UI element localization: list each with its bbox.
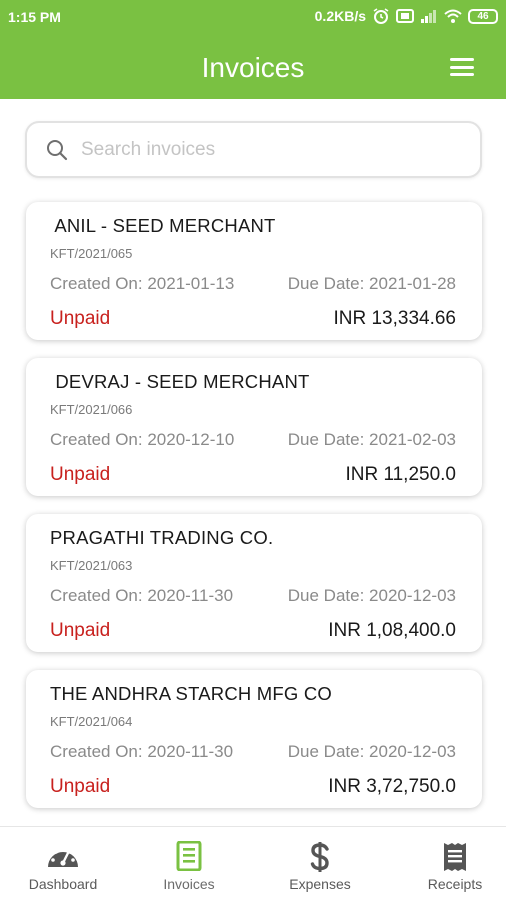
screen-icon bbox=[396, 9, 414, 23]
invoice-card[interactable]: PRAGATHI TRADING CO. KFT/2021/063 Create… bbox=[26, 514, 482, 652]
search-input[interactable] bbox=[81, 133, 461, 167]
nav-expenses[interactable]: Expenses bbox=[257, 827, 383, 900]
invoice-amount: INR 13,334.66 bbox=[333, 308, 456, 329]
hamburger-menu-icon[interactable] bbox=[450, 58, 474, 78]
invoice-amount: INR 11,250.0 bbox=[345, 464, 456, 485]
due-date: Due Date: 2020-12-03 bbox=[287, 742, 456, 761]
status-badge: Unpaid bbox=[50, 620, 111, 641]
customer-name: PRAGATHI TRADING CO. bbox=[50, 527, 274, 548]
gauge-icon bbox=[48, 846, 78, 867]
status-badge: Unpaid bbox=[50, 776, 111, 797]
created-date: Created On: 2020-12-10 bbox=[50, 430, 235, 449]
nav-receipts[interactable]: Receipts bbox=[392, 827, 506, 900]
nav-label: Invoices bbox=[163, 876, 215, 892]
due-date: Due Date: 2021-01-28 bbox=[287, 274, 456, 293]
nav-label: Expenses bbox=[289, 876, 351, 892]
alarm-icon bbox=[373, 8, 389, 24]
nav-dashboard[interactable]: Dashboard bbox=[0, 827, 126, 900]
document-icon bbox=[176, 841, 202, 871]
customer-name: THE ANDHRA STARCH MFG CO bbox=[50, 683, 332, 704]
search-bar[interactable] bbox=[25, 121, 482, 178]
receipt-icon bbox=[444, 843, 466, 871]
page-title: Invoices bbox=[201, 52, 305, 83]
invoice-number: KFT/2021/066 bbox=[50, 402, 133, 417]
nav-invoices[interactable]: Invoices bbox=[126, 827, 252, 900]
invoice-number: KFT/2021/064 bbox=[50, 714, 133, 729]
status-indicators: 0.2KB/s 46 bbox=[315, 8, 498, 24]
status-time: 1:15 PM bbox=[8, 9, 61, 25]
search-icon bbox=[47, 140, 68, 161]
wifi-icon bbox=[444, 9, 462, 23]
nav-label: Dashboard bbox=[28, 876, 98, 892]
status-badge: Unpaid bbox=[50, 308, 111, 329]
invoice-amount: INR 3,72,750.0 bbox=[328, 776, 456, 797]
invoice-card[interactable]: DEVRAJ - SEED MERCHANT KFT/2021/066 Crea… bbox=[26, 358, 482, 496]
invoice-number: KFT/2021/065 bbox=[50, 246, 133, 261]
network-speed: 0.2KB/s bbox=[314, 8, 366, 24]
customer-name: ANIL - SEED MERCHANT bbox=[50, 215, 276, 236]
due-date: Due Date: 2021-02-03 bbox=[287, 430, 456, 449]
status-badge: Unpaid bbox=[50, 464, 111, 485]
created-date: Created On: 2020-11-30 bbox=[50, 742, 234, 761]
customer-name: DEVRAJ - SEED MERCHANT bbox=[50, 371, 310, 392]
invoice-amount: INR 1,08,400.0 bbox=[328, 620, 456, 641]
battery-icon: 46 bbox=[468, 8, 498, 24]
signal-icon bbox=[421, 10, 436, 23]
app-bar: 1:15 PM 0.2KB/s 46 Invoices bbox=[0, 0, 506, 99]
invoice-card[interactable]: ANIL - SEED MERCHANT KFT/2021/065 Create… bbox=[26, 202, 482, 340]
dollar-icon bbox=[310, 842, 329, 872]
invoice-number: KFT/2021/063 bbox=[50, 558, 133, 573]
status-bar: 1:15 PM 0.2KB/s 46 bbox=[0, 0, 506, 34]
invoice-card[interactable]: THE ANDHRA STARCH MFG CO KFT/2021/064 Cr… bbox=[26, 670, 482, 808]
bottom-navigation: Dashboard Invoices Expenses Receipts bbox=[0, 826, 506, 900]
created-date: Created On: 2021-01-13 bbox=[50, 274, 235, 293]
nav-label: Receipts bbox=[427, 876, 483, 892]
created-date: Created On: 2020-11-30 bbox=[50, 586, 234, 605]
due-date: Due Date: 2020-12-03 bbox=[287, 586, 456, 605]
